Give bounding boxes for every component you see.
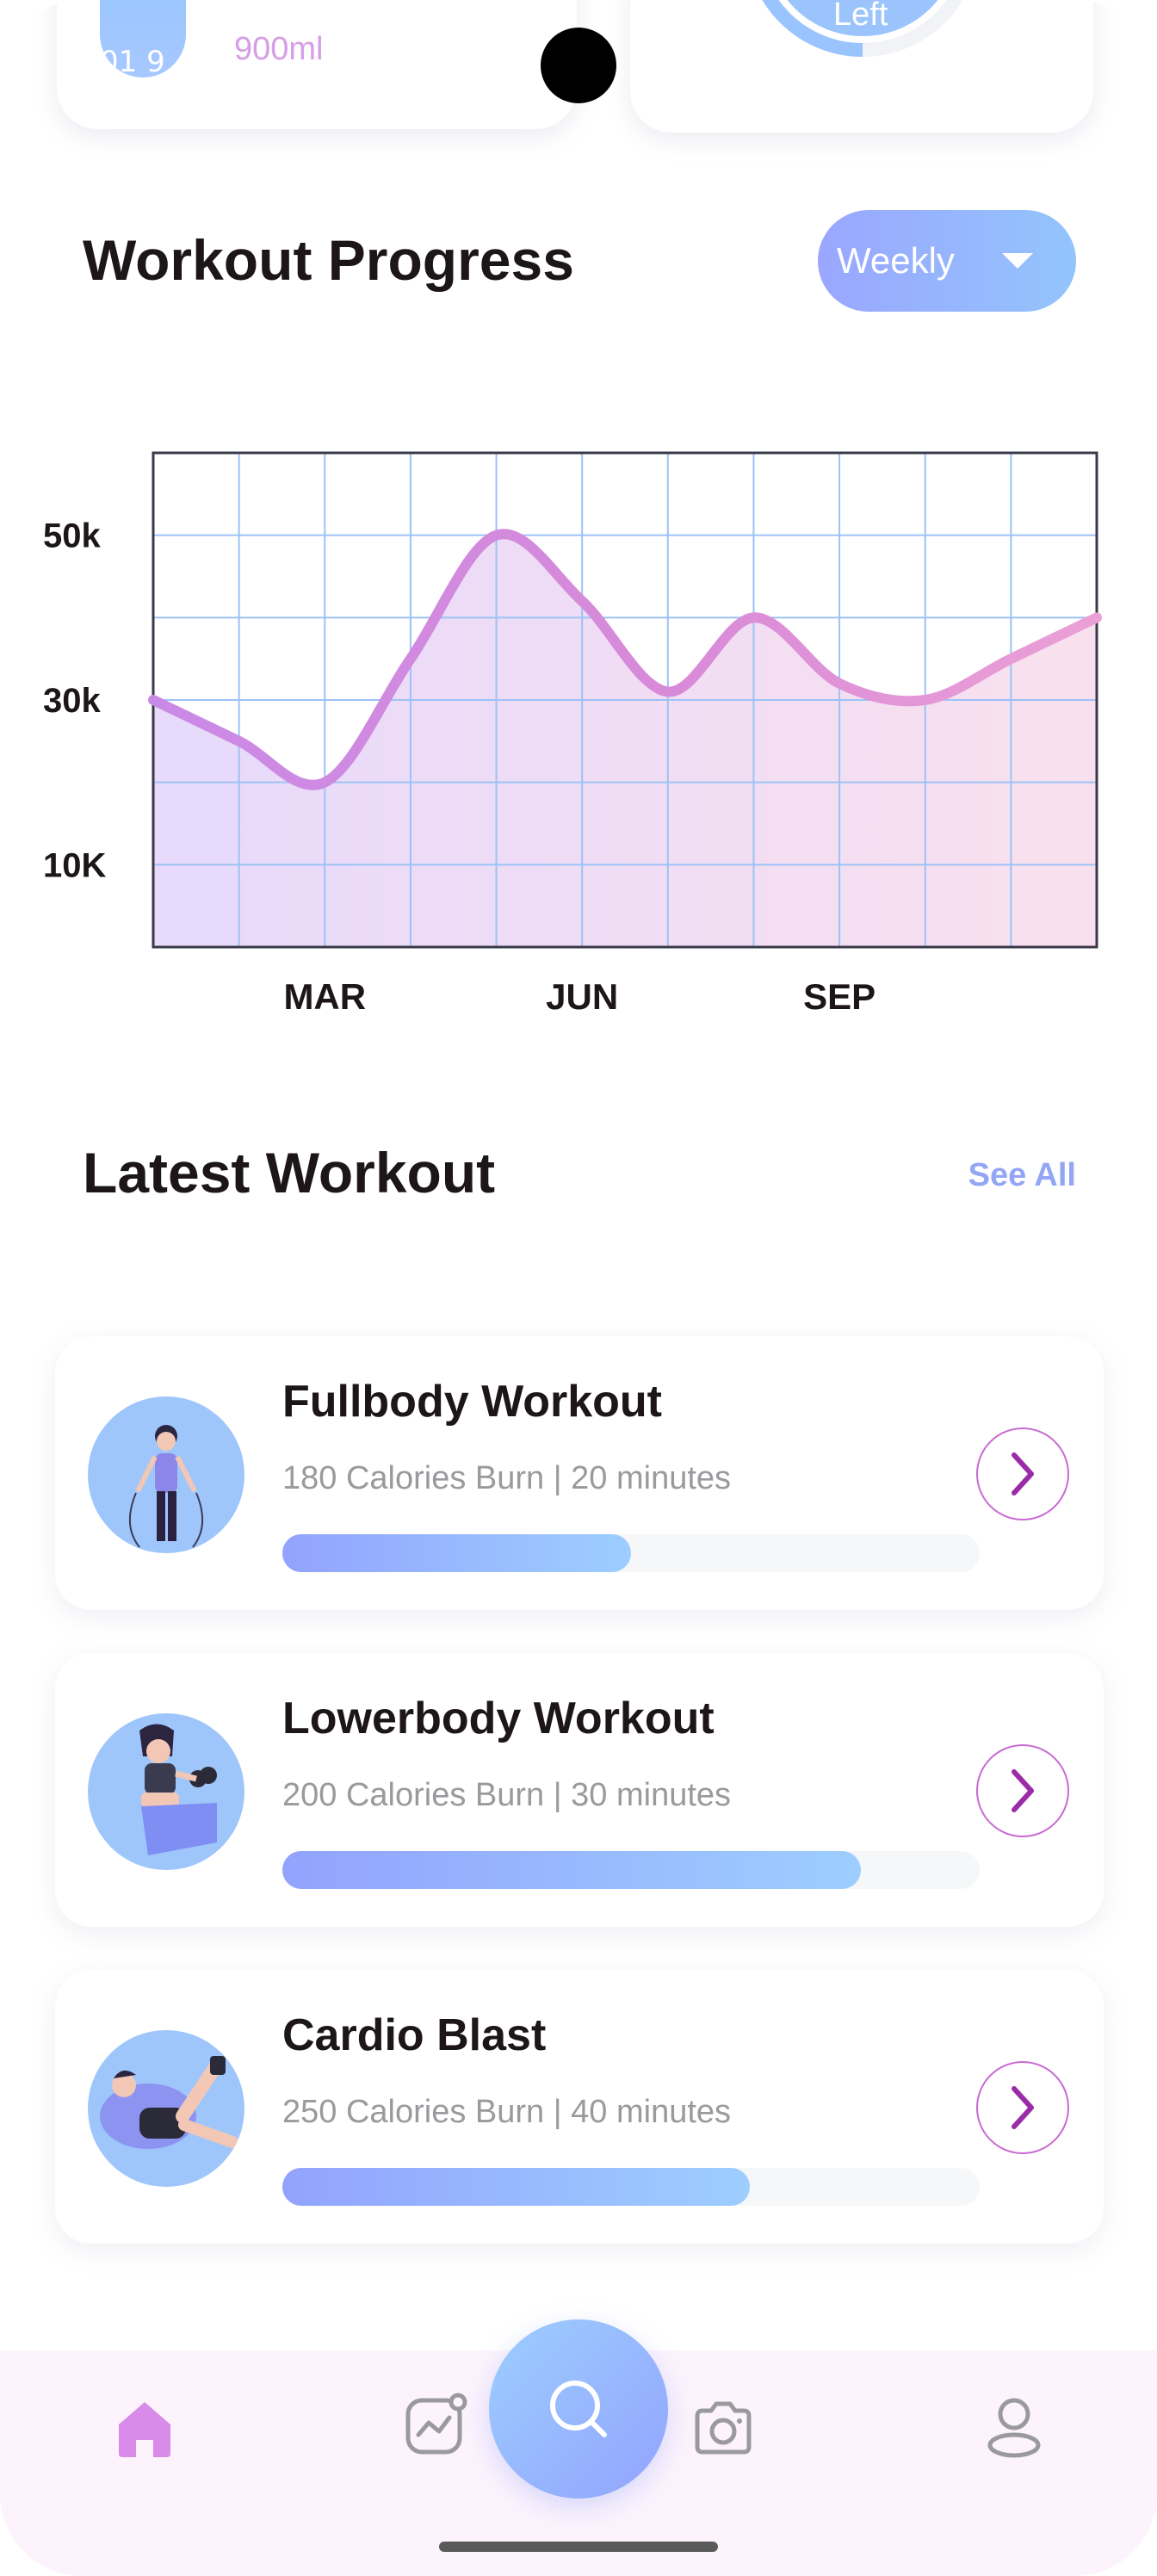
chart-y-tick-label: 10K — [43, 846, 106, 884]
chevron-down-icon — [1002, 253, 1033, 269]
search-button[interactable] — [489, 2319, 668, 2499]
latest-workout-title: Latest Workout — [83, 1141, 496, 1204]
see-all-link[interactable]: See All — [968, 1157, 1076, 1194]
home-indicator — [439, 2542, 718, 2552]
chart-area-fill — [153, 534, 1097, 947]
camera-cutout — [541, 28, 616, 103]
workout-progress-chart: 50k 30k 10K MAR JUN SEP — [43, 451, 1102, 1017]
water-bar-label: 01 9 — [100, 45, 165, 79]
chart-x-tick-label: JUN — [546, 976, 618, 1017]
app-screen: 01 9 900ml Left Workout Progress Weekly — [0, 0, 1157, 2576]
home-icon[interactable] — [110, 2393, 179, 2466]
workout-open-button[interactable] — [976, 1744, 1069, 1837]
chart-y-tick-label: 50k — [43, 517, 101, 555]
workout-card[interactable]: Lowerbody Workout 200 Calories Burn | 30… — [55, 1653, 1104, 1927]
period-dropdown-value: Weekly — [837, 240, 955, 281]
workout-progress-track — [282, 1534, 980, 1572]
workout-progress-track — [282, 1851, 980, 1889]
workout-card[interactable]: Cardio Blast 250 Calories Burn | 40 minu… — [55, 1970, 1104, 2244]
water-amount: 900ml — [234, 31, 324, 67]
workout-open-button[interactable] — [976, 2061, 1069, 2154]
workout-open-button[interactable] — [976, 1427, 1069, 1520]
workout-title: Fullbody Workout — [282, 1377, 662, 1427]
chevron-right-icon — [1012, 1769, 1034, 1812]
chevron-right-icon — [1012, 2086, 1034, 2129]
profile-icon[interactable] — [980, 2392, 1049, 2464]
jump-rope-person-icon — [128, 1425, 204, 1548]
calories-card[interactable]: Left — [630, 0, 1093, 133]
chart-y-tick-label: 30k — [43, 682, 101, 720]
search-icon — [550, 2381, 607, 2437]
workout-subtitle: 250 Calories Burn | 40 minutes — [282, 2094, 732, 2130]
workout-title: Lowerbody Workout — [282, 1694, 715, 1743]
workout-progress-fill — [282, 1851, 862, 1889]
workout-progress-fill — [282, 1534, 631, 1572]
period-dropdown[interactable]: Weekly — [818, 210, 1076, 312]
workout-progress-title: Workout Progress — [83, 228, 574, 292]
workout-subtitle: 200 Calories Burn | 30 minutes — [282, 1777, 732, 1813]
workout-avatar-lowerbody — [88, 1713, 244, 1870]
workout-title: Cardio Blast — [282, 2010, 547, 2060]
dumbbell-person-icon — [139, 1724, 217, 1855]
chart-x-tick-label: SEP — [803, 976, 875, 1017]
workout-progress-track — [282, 2168, 980, 2206]
workout-progress-fill — [282, 2168, 750, 2206]
calorie-ring-label: Left — [833, 0, 888, 33]
workout-avatar-cardio — [88, 2030, 244, 2187]
activity-icon[interactable] — [401, 2390, 470, 2462]
chevron-right-icon — [1012, 1452, 1034, 1495]
workout-card[interactable]: Fullbody Workout 180 Calories Burn | 20 … — [55, 1336, 1104, 1610]
chart-x-tick-label: MAR — [283, 976, 366, 1017]
ball-exercise-person-icon — [100, 2056, 238, 2149]
workout-subtitle: 180 Calories Burn | 20 minutes — [282, 1460, 732, 1496]
camera-icon[interactable] — [689, 2393, 758, 2466]
workout-avatar-fullbody — [88, 1396, 244, 1553]
